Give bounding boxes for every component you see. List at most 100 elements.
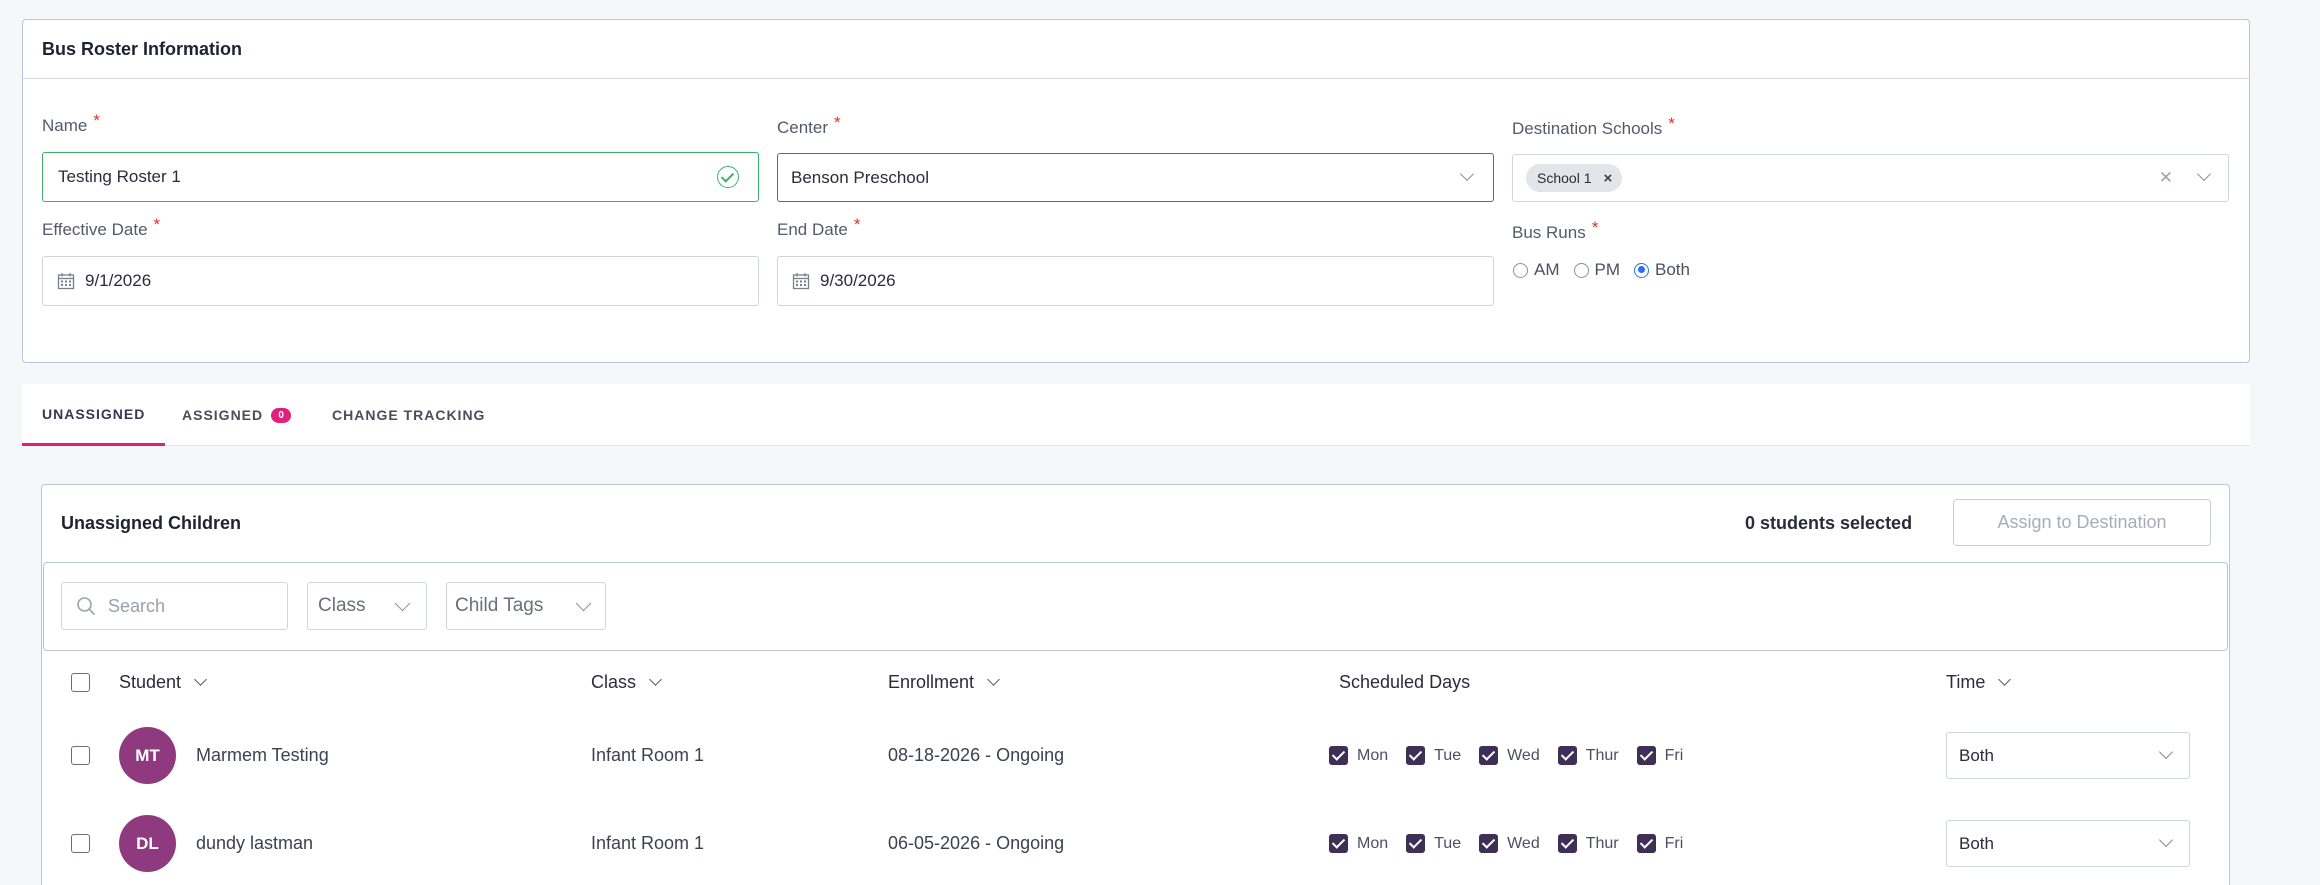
destination-multiselect[interactable]: School 1 × ✕ xyxy=(1512,154,2229,202)
avatar: MT xyxy=(119,727,176,784)
time-select[interactable]: Both xyxy=(1946,820,2190,867)
day-thur[interactable]: Thur xyxy=(1557,746,1619,765)
day-fri[interactable]: Fri xyxy=(1636,746,1684,765)
center-select[interactable]: Benson Preschool xyxy=(777,153,1494,202)
radio-pm-circle[interactable] xyxy=(1573,262,1589,278)
search-field[interactable]: Search xyxy=(61,582,288,630)
chevron-down-icon xyxy=(394,595,411,612)
center-label-row: Center * xyxy=(777,113,841,138)
bus-runs-label: Bus Runs xyxy=(1512,223,1586,242)
row-select-checkbox[interactable] xyxy=(71,834,90,853)
destination-chip: School 1 × xyxy=(1526,164,1623,192)
column-time-label: Time xyxy=(1946,672,1986,692)
day-checkbox[interactable] xyxy=(1479,834,1499,853)
destination-label-row: Destination Schools * xyxy=(1512,114,1675,139)
day-label: Wed xyxy=(1507,746,1540,764)
chip-label: School 1 xyxy=(1537,170,1592,186)
clear-icon[interactable]: ✕ xyxy=(2159,168,2173,188)
day-mon[interactable]: Mon xyxy=(1329,746,1388,765)
chevron-down-icon xyxy=(1459,166,1475,182)
student-class: Infant Room 1 xyxy=(591,745,705,765)
unassigned-children-panel xyxy=(41,484,2230,885)
effective-date-field[interactable]: 9/1/2026 xyxy=(42,256,759,306)
day-checkbox[interactable] xyxy=(1479,746,1499,765)
row-select-checkbox[interactable] xyxy=(71,746,90,765)
radio-am[interactable]: AM xyxy=(1513,260,1560,280)
effective-label-row: Effective Date * xyxy=(42,215,160,240)
column-student[interactable]: Student xyxy=(119,672,207,693)
time-select-value: Both xyxy=(1959,833,1994,853)
assign-to-destination-button[interactable]: Assign to Destination xyxy=(1953,499,2211,546)
radio-both[interactable]: Both xyxy=(1634,260,1690,280)
day-fri[interactable]: Fri xyxy=(1636,834,1683,853)
day-tue[interactable]: Tue xyxy=(1406,746,1461,765)
day-wed[interactable]: Wed xyxy=(1479,834,1540,853)
radio-pm[interactable]: PM xyxy=(1573,260,1620,280)
selected-count: 0 students selected xyxy=(1745,513,1913,533)
time-select[interactable]: Both xyxy=(1946,732,2190,779)
radio-both-label: Both xyxy=(1655,260,1690,279)
name-field-value: Testing Roster 1 xyxy=(58,167,181,186)
column-time[interactable]: Time xyxy=(1946,672,2012,693)
card-header: Bus Roster Information xyxy=(23,20,2249,79)
day-checkbox[interactable] xyxy=(1406,834,1426,853)
column-scheduled-days: Scheduled Days xyxy=(1339,672,1470,693)
child-tags-filter-label: Child Tags xyxy=(455,595,544,616)
destination-label: Destination Schools xyxy=(1512,119,1663,138)
sort-chevron-icon xyxy=(194,673,207,686)
column-class[interactable]: Class xyxy=(591,672,662,693)
child-tags-filter-select[interactable]: Child Tags xyxy=(446,582,606,630)
effective-date-value: 9/1/2026 xyxy=(85,271,152,290)
end-date-label: End Date xyxy=(777,220,848,239)
student-enrollment: 06-05-2026 - Ongoing xyxy=(888,833,1065,853)
name-label: Name xyxy=(42,116,88,135)
day-thur[interactable]: Thur xyxy=(1557,834,1619,853)
bus-runs-label-row: Bus Runs * xyxy=(1512,218,1598,243)
end-date-field[interactable]: 9/30/2026 xyxy=(777,256,1494,306)
day-checkbox[interactable] xyxy=(1557,834,1577,853)
student-name[interactable]: Marmem Testing xyxy=(196,745,329,766)
search-placeholder: Search xyxy=(108,595,166,616)
day-tue[interactable]: Tue xyxy=(1406,834,1461,853)
day-label: Wed xyxy=(1507,834,1540,852)
student-class: Infant Room 1 xyxy=(591,833,705,853)
class-filter-select[interactable]: Class xyxy=(307,582,427,630)
day-checkbox[interactable] xyxy=(1329,834,1348,853)
column-enrollment[interactable]: Enrollment xyxy=(888,672,1000,693)
search-icon xyxy=(77,597,96,616)
day-checkbox[interactable] xyxy=(1557,746,1577,765)
select-all-checkbox[interactable] xyxy=(71,673,90,692)
radio-am-circle[interactable] xyxy=(1513,262,1528,278)
day-checkbox[interactable] xyxy=(1406,746,1426,765)
radio-am-label: AM xyxy=(1534,260,1560,279)
day-label: Fri xyxy=(1664,746,1684,764)
day-checkbox[interactable] xyxy=(1329,746,1348,765)
tab-assigned[interactable]: ASSIGNED 0 xyxy=(182,384,292,446)
tab-unassigned[interactable]: UNASSIGNED xyxy=(22,384,166,446)
day-label: Thur xyxy=(1585,746,1619,764)
tab-change-tracking[interactable]: CHANGE TRACKING xyxy=(332,384,485,446)
student-name[interactable]: dundy lastman xyxy=(196,833,313,854)
time-select-value: Both xyxy=(1959,745,1994,765)
name-field[interactable]: Testing Roster 1 xyxy=(42,152,759,202)
chevron-down-icon xyxy=(2158,832,2174,848)
day-wed[interactable]: Wed xyxy=(1479,746,1540,765)
required-mark: * xyxy=(1668,114,1675,133)
radio-both-circle[interactable] xyxy=(1634,262,1649,278)
tab-assigned-label: ASSIGNED xyxy=(182,407,264,423)
day-mon[interactable]: Mon xyxy=(1329,834,1388,853)
column-class-label: Class xyxy=(591,672,637,692)
required-mark: * xyxy=(853,215,861,234)
day-checkbox[interactable] xyxy=(1636,746,1656,765)
avatar: DL xyxy=(119,815,176,872)
calendar-icon xyxy=(792,273,810,290)
chip-remove-icon[interactable]: × xyxy=(1603,170,1612,187)
day-checkbox[interactable] xyxy=(1636,834,1656,853)
chevron-down-icon[interactable] xyxy=(2196,166,2212,182)
day-label: Tue xyxy=(1434,746,1462,764)
card-title: Bus Roster Information xyxy=(42,38,243,59)
sort-chevron-icon xyxy=(1998,673,2012,686)
bus-runs-radio-group: AM PM Both xyxy=(1513,260,1690,280)
chevron-down-icon xyxy=(2158,744,2174,760)
center-select-value: Benson Preschool xyxy=(791,167,929,187)
